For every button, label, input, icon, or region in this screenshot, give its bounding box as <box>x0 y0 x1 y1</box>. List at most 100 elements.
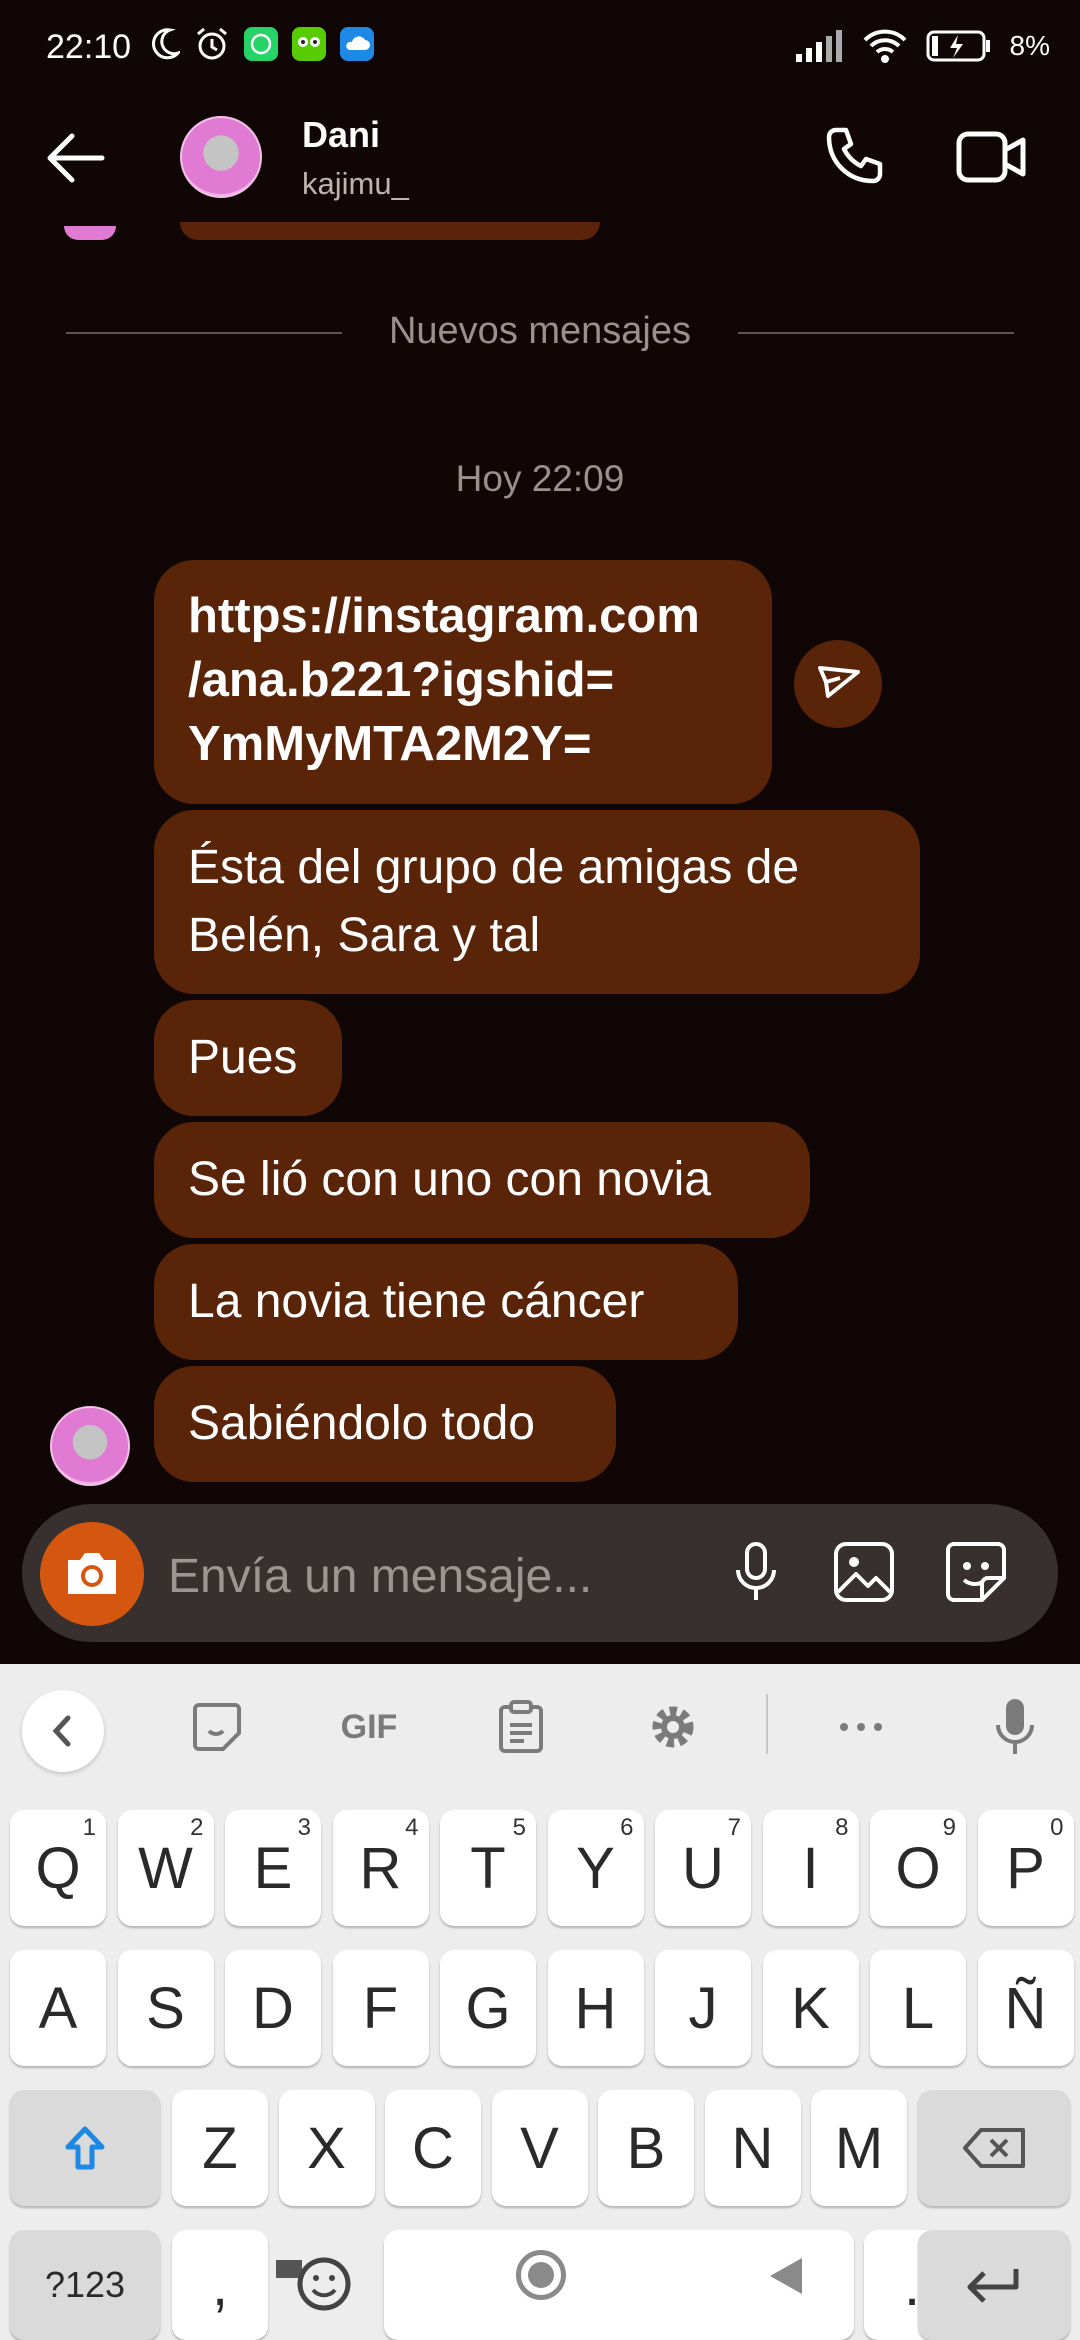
key-q[interactable]: Q1 <box>10 1810 106 1926</box>
key-l[interactable]: L <box>870 1950 966 2066</box>
whatsapp-icon <box>244 27 278 61</box>
key-w[interactable]: W2 <box>117 1810 214 1926</box>
send-icon <box>818 666 860 698</box>
key-a[interactable]: A <box>10 1950 106 2066</box>
key-number-hint: 6 <box>620 1814 634 1841</box>
key-s[interactable]: S <box>117 1950 214 2066</box>
key-label: C <box>412 2115 454 2181</box>
battery-percent: 8% <box>1009 30 1050 61</box>
key-label: H <box>574 1975 617 2041</box>
key-d[interactable]: D <box>225 1950 321 2066</box>
key-label: E <box>253 1835 293 1901</box>
enter-icon <box>967 2269 1019 2303</box>
key-number-hint: 1 <box>82 1814 96 1841</box>
key-label: O <box>895 1835 941 1901</box>
status-bar: 22:10 8% <box>0 0 1080 100</box>
key-number-hint: 2 <box>190 1814 204 1841</box>
shift-key[interactable] <box>10 2090 160 2206</box>
voice-call-button[interactable] <box>820 124 886 190</box>
keyboard-sticker-button[interactable] <box>182 1694 252 1760</box>
keyboard-settings-button[interactable] <box>638 1694 708 1760</box>
cloud-icon <box>340 27 374 61</box>
camera-button[interactable] <box>40 1522 144 1626</box>
key-label: Y <box>576 1835 615 1901</box>
previous-message-avatar <box>64 226 116 240</box>
keyboard-collapse-button[interactable] <box>22 1690 104 1772</box>
message-bubble-link[interactable]: https://instagram.com /ana.b221?igshid= … <box>154 560 772 804</box>
key-number-hint: 5 <box>512 1814 526 1841</box>
key-label: Ñ <box>1004 1975 1047 2041</box>
back-button[interactable] <box>40 128 110 188</box>
emoji-key[interactable] <box>276 2254 356 2314</box>
status-system-icons: 8% <box>795 28 1050 64</box>
voice-message-button[interactable] <box>720 1536 792 1608</box>
emoji-icon <box>276 2257 351 2311</box>
key-label: X <box>307 2115 346 2181</box>
key-ñ[interactable]: Ñ <box>977 1950 1074 2066</box>
key-k[interactable]: K <box>762 1950 859 2066</box>
key-label: P <box>1006 1835 1045 1901</box>
key-p[interactable]: P0 <box>977 1810 1074 1926</box>
sticker-button[interactable] <box>940 1536 1012 1608</box>
key-label: J <box>688 1975 718 2041</box>
key-f[interactable]: F <box>332 1950 429 2066</box>
keyboard-more-button[interactable] <box>826 1694 896 1760</box>
video-call-button[interactable] <box>956 126 1028 188</box>
nav-back-button[interactable] <box>766 2256 806 2301</box>
message-bubble[interactable]: Ésta del grupo de amigas de Belén, Sara … <box>154 810 920 994</box>
key-z[interactable]: Z <box>172 2090 268 2206</box>
key-v[interactable]: V <box>491 2090 588 2206</box>
key-label: N <box>731 2115 774 2181</box>
key-t[interactable]: T5 <box>440 1810 536 1926</box>
key-label: T <box>470 1835 506 1901</box>
sender-avatar[interactable] <box>50 1406 130 1486</box>
key-r[interactable]: R4 <box>332 1810 429 1926</box>
status-notification-icons <box>150 26 374 62</box>
microphone-icon <box>996 1699 1034 1754</box>
wifi-icon <box>863 29 906 63</box>
key-g[interactable]: G <box>440 1950 536 2066</box>
message-bubble[interactable]: La novia tiene cáncer <box>154 1244 738 1360</box>
contact-name[interactable]: Dani <box>302 114 380 156</box>
gallery-button[interactable] <box>828 1536 900 1608</box>
video-camera-icon <box>956 131 1026 183</box>
key-u[interactable]: U7 <box>655 1810 751 1926</box>
message-bubble[interactable]: Se lió con uno con novia <box>154 1122 810 1238</box>
key-label: A <box>38 1975 78 2041</box>
message-bubble[interactable]: Pues <box>154 1000 342 1116</box>
key-n[interactable]: N <box>704 2090 801 2206</box>
status-time: 22:10 <box>46 28 132 66</box>
clipboard-icon <box>499 1700 543 1753</box>
contact-avatar[interactable] <box>180 116 262 198</box>
key-y[interactable]: Y6 <box>547 1810 644 1926</box>
message-bubble[interactable]: Sabiéndolo todo <box>154 1366 616 1482</box>
keyboard-clipboard-button[interactable] <box>486 1694 556 1760</box>
key-c[interactable]: C <box>385 2090 481 2206</box>
key-label: D <box>252 1975 294 2041</box>
key-o[interactable]: O9 <box>870 1810 966 1926</box>
key-m[interactable]: M <box>811 2090 907 2206</box>
key-e[interactable]: E3 <box>225 1810 321 1926</box>
key-h[interactable]: H <box>547 1950 644 2066</box>
key-b[interactable]: B <box>598 2090 694 2206</box>
key-label: F <box>362 1975 399 2041</box>
symbols-key[interactable]: ?123 <box>10 2230 160 2340</box>
key-i[interactable]: I8 <box>762 1810 859 1926</box>
message-input[interactable] <box>166 1540 710 1612</box>
share-message-button[interactable] <box>794 640 882 728</box>
keyboard-gif-button[interactable]: GIF <box>334 1694 404 1760</box>
key-label: G <box>465 1975 511 2041</box>
previous-message-bubble <box>180 222 600 240</box>
backspace-key[interactable] <box>918 2090 1070 2206</box>
key-x[interactable]: X <box>278 2090 375 2206</box>
signal-icon <box>795 30 842 62</box>
enter-key[interactable] <box>918 2230 1070 2340</box>
nav-home-button[interactable] <box>516 2250 566 2300</box>
key-j[interactable]: J <box>655 1950 751 2066</box>
contact-username[interactable]: kajimu_ <box>302 166 409 202</box>
comma-key[interactable]: , <box>172 2230 268 2340</box>
key-label: Q <box>35 1835 81 1901</box>
key-label: K <box>791 1975 830 2041</box>
key-number-hint: 9 <box>942 1814 956 1841</box>
keyboard-voice-button[interactable] <box>980 1694 1050 1760</box>
